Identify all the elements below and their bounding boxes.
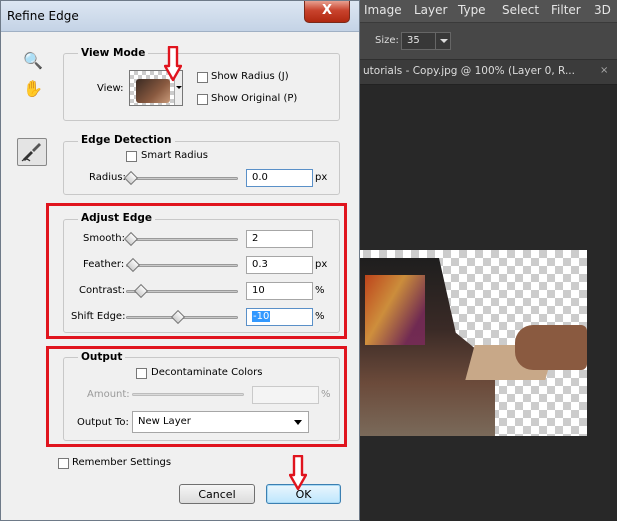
close-icon: X bbox=[322, 3, 333, 18]
hand-tool-icon[interactable]: ✋ bbox=[19, 79, 47, 105]
dialog-close-button[interactable]: X bbox=[304, 1, 350, 23]
radius-unit: px bbox=[315, 172, 328, 183]
radius-slider[interactable] bbox=[126, 177, 238, 180]
radius-value: 0.0 bbox=[252, 172, 268, 183]
menu-filter[interactable]: Filter bbox=[551, 3, 581, 17]
menu-type[interactable]: Type bbox=[458, 3, 486, 17]
menu-select[interactable]: Select bbox=[502, 3, 539, 17]
cancel-button[interactable]: Cancel bbox=[179, 484, 255, 504]
show-radius-label: Show Radius (J) bbox=[211, 71, 289, 82]
document-tab[interactable]: utorials - Copy.jpg @ 100% (Layer 0, R..… bbox=[355, 60, 617, 85]
adjust-edge-highlight bbox=[46, 203, 347, 339]
show-original-label: Show Original (P) bbox=[211, 93, 298, 104]
brush-size-dropdown-icon[interactable] bbox=[435, 32, 451, 50]
show-radius-checkbox[interactable] bbox=[197, 72, 208, 83]
remember-settings-checkbox[interactable] bbox=[58, 458, 69, 469]
document-tab-title: utorials - Copy.jpg @ 100% (Layer 0, R..… bbox=[363, 65, 575, 77]
zoom-tool-icon[interactable]: 🔍 bbox=[19, 51, 47, 77]
smart-radius-checkbox[interactable] bbox=[126, 151, 137, 162]
output-highlight bbox=[46, 346, 347, 447]
hand-photo bbox=[515, 325, 587, 370]
remember-settings-label: Remember Settings bbox=[72, 457, 172, 468]
view-label: View: bbox=[97, 83, 124, 94]
brush-size-value: 35 bbox=[407, 35, 420, 46]
canvas-image[interactable] bbox=[355, 250, 587, 436]
edge-detection-title: Edge Detection bbox=[78, 134, 175, 146]
down-arrow-icon bbox=[289, 455, 307, 491]
menu-layer[interactable]: Layer bbox=[414, 3, 447, 17]
down-arrow-icon bbox=[164, 46, 182, 82]
view-thumbnail bbox=[136, 79, 170, 103]
options-bar: Size: 35 bbox=[355, 22, 617, 60]
view-mode-title: View Mode bbox=[78, 47, 149, 59]
menu-bar: Image Layer Type Select Filter 3D bbox=[355, 0, 617, 22]
radius-label: Radius: bbox=[89, 172, 126, 183]
menu-3d[interactable]: 3D bbox=[594, 3, 611, 17]
show-original-checkbox[interactable] bbox=[197, 94, 208, 105]
dialog-titlebar[interactable]: Refine Edge X bbox=[1, 1, 359, 32]
radius-field[interactable]: 0.0 bbox=[246, 169, 313, 187]
screen-glow bbox=[365, 275, 425, 345]
close-icon[interactable]: × bbox=[600, 65, 608, 76]
dialog-title: Refine Edge bbox=[7, 9, 79, 23]
refine-radius-tool-icon[interactable] bbox=[17, 138, 47, 166]
menu-image[interactable]: Image bbox=[364, 3, 402, 17]
brush-size-label: Size: bbox=[375, 35, 399, 46]
smart-radius-label: Smart Radius bbox=[141, 150, 208, 161]
